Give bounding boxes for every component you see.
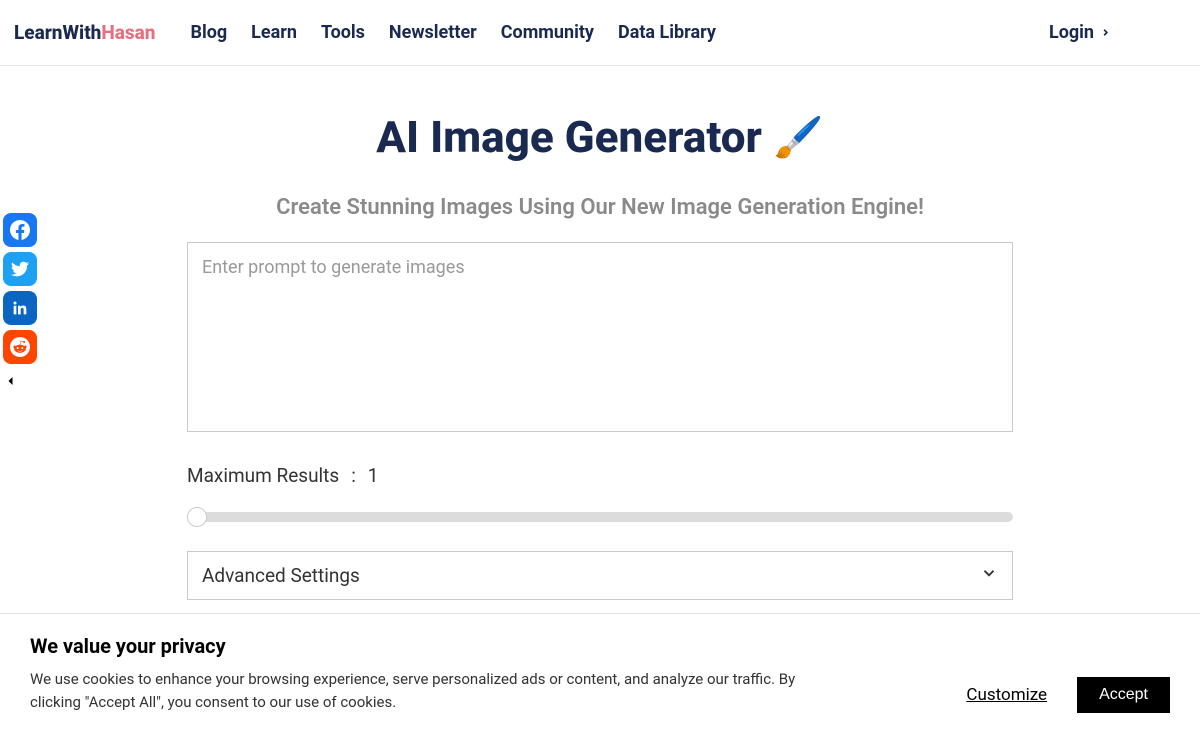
page-title-text: AI Image Generator: [376, 111, 762, 163]
login-label: Login: [1049, 22, 1094, 43]
cookie-banner: We value your privacy We use cookies to …: [0, 613, 1200, 737]
max-results-separator: :: [351, 464, 356, 487]
cookie-text: We value your privacy We use cookies to …: [30, 634, 830, 713]
advanced-settings-label: Advanced Settings: [202, 564, 360, 587]
max-results-slider[interactable]: [187, 509, 1013, 525]
logo[interactable]: LearnWithHasan: [14, 21, 155, 44]
slider-track: [187, 512, 1013, 522]
accept-button[interactable]: Accept: [1077, 677, 1170, 713]
nav-blog[interactable]: Blog: [190, 22, 227, 43]
chevron-down-icon: [980, 564, 998, 587]
cookie-description: We use cookies to enhance your browsing …: [30, 668, 830, 713]
hide-sidebar-icon[interactable]: [5, 375, 37, 391]
twitter-icon[interactable]: [3, 252, 37, 286]
linkedin-icon[interactable]: [3, 291, 37, 325]
max-results-label-row: Maximum Results : 1: [187, 464, 1013, 487]
max-results-value: 1: [368, 464, 379, 487]
header-left: LearnWithHasan Blog Learn Tools Newslett…: [14, 21, 716, 44]
social-sidebar: [3, 213, 37, 391]
page-title: AI Image Generator 🖌️: [376, 111, 823, 163]
logo-part2: Hasan: [101, 21, 155, 44]
main-nav: Blog Learn Tools Newsletter Community Da…: [190, 22, 715, 43]
advanced-settings-toggle[interactable]: Advanced Settings: [187, 551, 1013, 600]
page-subtitle: Create Stunning Images Using Our New Ima…: [276, 195, 924, 220]
nav-data-library[interactable]: Data Library: [618, 22, 716, 43]
nav-community[interactable]: Community: [501, 22, 594, 43]
cookie-title: We value your privacy: [30, 634, 830, 658]
max-results-label: Maximum Results: [187, 464, 339, 487]
login-link[interactable]: Login: [1049, 22, 1111, 43]
facebook-icon[interactable]: [3, 213, 37, 247]
header: LearnWithHasan Blog Learn Tools Newslett…: [0, 0, 1200, 66]
paintbrush-icon: 🖌️: [774, 114, 824, 161]
main-content: AI Image Generator 🖌️ Create Stunning Im…: [0, 66, 1200, 688]
cookie-actions: Customize Accept: [966, 677, 1170, 713]
slider-thumb[interactable]: [187, 507, 207, 527]
logo-part1: LearnWith: [14, 21, 101, 44]
nav-learn[interactable]: Learn: [251, 22, 297, 43]
prompt-input[interactable]: [187, 242, 1013, 432]
nav-tools[interactable]: Tools: [321, 22, 365, 43]
customize-button[interactable]: Customize: [966, 685, 1047, 705]
nav-newsletter[interactable]: Newsletter: [389, 22, 477, 43]
reddit-icon[interactable]: [3, 330, 37, 364]
chevron-right-icon: [1100, 22, 1111, 43]
